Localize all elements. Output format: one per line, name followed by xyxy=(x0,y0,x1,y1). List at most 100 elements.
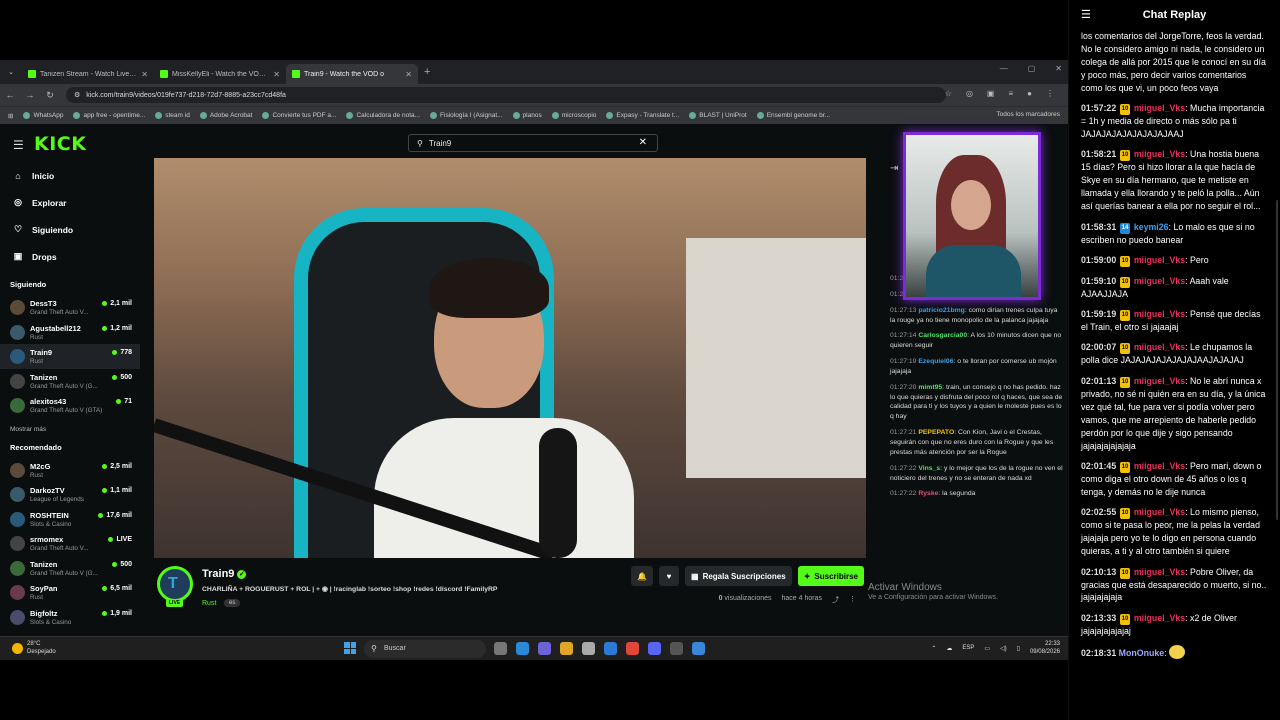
discord-icon[interactable] xyxy=(648,642,661,655)
video-player[interactable] xyxy=(154,158,866,558)
reload-icon[interactable]: ↻ xyxy=(40,90,60,101)
show-more-link[interactable]: Mostrar más xyxy=(0,426,140,433)
chat-collapse-icon[interactable]: ⇥ xyxy=(890,163,898,174)
bookmark-item[interactable]: microscopio xyxy=(551,112,596,119)
bookmark-item[interactable]: steam id xyxy=(155,112,190,119)
channel-item[interactable]: Agustabell212 Rust 1,2 mil xyxy=(0,320,140,345)
chat-username[interactable]: keymi26 xyxy=(1134,222,1169,232)
tray-chevron-icon[interactable]: ⌃ xyxy=(931,645,936,652)
follow-heart-button[interactable]: ♥ xyxy=(659,566,679,586)
chat-username[interactable]: Ryske xyxy=(918,490,938,497)
obs-icon[interactable] xyxy=(670,642,683,655)
channel-item[interactable]: DarkozTV League of Legends 1,1 mil xyxy=(0,482,140,507)
browser-tab[interactable]: Train9 - Watch the VOD o ✕ xyxy=(286,64,418,84)
app-icon[interactable] xyxy=(692,642,705,655)
explorer-icon[interactable] xyxy=(560,642,573,655)
windows-start-icon[interactable] xyxy=(344,642,356,654)
bookmark-item[interactable]: BLAST | UniProt xyxy=(689,112,747,119)
extension-icon[interactable]: ◎ xyxy=(966,89,973,98)
channel-item[interactable]: Tanizen Grand Theft Auto V (G... 500 xyxy=(0,556,140,581)
sidebar-item-explorar[interactable]: ◎ Explorar xyxy=(0,189,140,216)
sidebar-item-siguiendo[interactable]: ♡ Siguiendo xyxy=(0,216,140,243)
channel-avatar[interactable]: T xyxy=(157,566,193,602)
chat-username[interactable]: PEPEPATO xyxy=(918,429,954,436)
url-field[interactable]: ⚙ kick.com/train9/videos/019fe737-d218-7… xyxy=(66,87,946,103)
channel-name[interactable]: Train9 xyxy=(202,568,234,580)
chat-scrollbar[interactable] xyxy=(1276,200,1278,520)
edge-icon[interactable] xyxy=(516,642,529,655)
teams-icon[interactable] xyxy=(538,642,551,655)
chat-username[interactable]: miiguel_Vks xyxy=(1134,103,1185,113)
sidebar-item-inicio[interactable]: ⌂ Inicio xyxy=(0,162,140,189)
chat-username[interactable]: miiguel_Vks xyxy=(1134,276,1185,286)
tab-close-icon[interactable]: ✕ xyxy=(141,70,148,79)
chrome-icon[interactable] xyxy=(626,642,639,655)
kick-logo[interactable]: KICK xyxy=(34,133,86,155)
chat-username[interactable]: Carlosgarcia00 xyxy=(918,332,967,339)
chat-username[interactable]: miiguel_Vks xyxy=(1134,309,1185,319)
chat-username[interactable]: miiguel_Vks xyxy=(1134,461,1185,471)
site-info-icon[interactable]: ⚙ xyxy=(74,91,80,99)
mail-icon[interactable] xyxy=(604,642,617,655)
volume-icon[interactable]: ◁) xyxy=(1000,645,1007,652)
bookmark-item[interactable]: planos xyxy=(512,112,542,119)
apps-grid-icon[interactable]: ⊞ xyxy=(8,112,13,120)
media-icon[interactable]: ≡ xyxy=(1008,89,1013,98)
chat-username[interactable]: miiguel_Vks xyxy=(1134,376,1185,386)
chat-username[interactable]: miiguel_Vks xyxy=(1134,255,1185,265)
clear-search-icon[interactable]: ✕ xyxy=(639,137,647,148)
chat-username[interactable]: miiguel_Vks xyxy=(1134,567,1185,577)
chat-username[interactable]: patricio21bmg xyxy=(918,307,964,314)
language-tag[interactable]: es xyxy=(224,599,241,607)
chat-username[interactable]: miiguel_Vks xyxy=(1134,342,1185,352)
bookmark-item[interactable]: Convierte tus PDF a... xyxy=(262,112,336,119)
subscribe-button[interactable]: ✦ Suscribirse xyxy=(797,566,864,586)
profile-icon[interactable]: ● xyxy=(1027,89,1032,98)
channel-item[interactable]: ROSHTEIN Slots & Casino 17,6 mil xyxy=(0,507,140,532)
taskview-icon[interactable] xyxy=(494,642,507,655)
search-input[interactable]: ⚲ Train9 ✕ xyxy=(408,134,658,152)
bookmark-item[interactable]: Adobe Acrobat xyxy=(199,112,252,119)
channel-item[interactable]: DessT3 Grand Theft Auto V... 2,1 mil xyxy=(0,295,140,320)
browser-tab[interactable]: MissKellyEli - Watch the VOD o ✕ xyxy=(154,64,286,84)
chat-username[interactable]: miiguel_Vks xyxy=(1134,613,1185,623)
forward-icon[interactable]: → xyxy=(20,90,40,100)
back-icon[interactable]: ← xyxy=(0,90,20,100)
minimize-icon[interactable]: — xyxy=(1000,64,1008,73)
bookmark-star-icon[interactable]: ☆ xyxy=(945,89,952,98)
bookmark-item[interactable]: Calculadora de nota... xyxy=(346,112,420,119)
gift-subs-button[interactable]: ▦ Regala Suscripciones xyxy=(685,566,792,586)
bookmark-item[interactable]: WhatsApp xyxy=(23,112,63,119)
channel-item[interactable]: alexitos43 Grand Theft Auto V (GTA) 71 xyxy=(0,393,140,418)
bookmark-item[interactable]: app free - opentime... xyxy=(73,112,145,119)
tab-close-icon[interactable]: ✕ xyxy=(405,70,412,79)
puzzle-icon[interactable]: ▣ xyxy=(987,89,995,98)
onedrive-icon[interactable]: ☁ xyxy=(946,645,952,652)
notification-bell-button[interactable]: 🔔 xyxy=(631,566,653,586)
chat-username[interactable]: Vins_s xyxy=(918,465,940,472)
browser-tab[interactable]: Tanizen Stream - Watch Live on ✕ xyxy=(22,64,154,84)
channel-item[interactable]: srmomex Grand Theft Auto V... LIVE xyxy=(0,531,140,556)
taskbar-search[interactable]: Buscar xyxy=(364,640,486,658)
chat-username[interactable]: miiguel_Vks xyxy=(1134,507,1185,517)
chat-username[interactable]: mimt95 xyxy=(918,384,942,391)
clock[interactable]: 22:33 09/08/2026 xyxy=(1030,640,1060,656)
tab-list-icon[interactable]: ⌄ xyxy=(0,68,22,76)
chat-toggle-icon[interactable]: ☰ xyxy=(1081,8,1091,21)
more-options-icon[interactable]: ⋮ xyxy=(849,595,856,605)
language-indicator[interactable]: ESP xyxy=(962,645,974,651)
bookmark-item[interactable]: Fisiología I (Asignat... xyxy=(430,112,503,119)
channel-item[interactable]: SoyPan Rust 6,5 mil xyxy=(0,580,140,605)
weather-widget[interactable]: 28°C Despejado xyxy=(12,640,56,657)
tab-close-icon[interactable]: ✕ xyxy=(273,70,280,79)
channel-item[interactable]: Bigfoltz Slots & Casino 1,9 mil xyxy=(0,605,140,630)
new-tab-button[interactable]: + xyxy=(424,66,430,78)
share-icon[interactable]: ⤴ xyxy=(832,595,839,605)
bookmark-item[interactable]: Ensembl genome br... xyxy=(756,112,830,119)
category-link[interactable]: Rust xyxy=(202,600,216,607)
all-bookmarks[interactable]: Todos los marcadores xyxy=(996,111,1060,118)
maximize-icon[interactable]: ▢ xyxy=(1028,64,1036,73)
battery-icon[interactable]: ▯ xyxy=(1017,645,1020,652)
close-window-icon[interactable]: ✕ xyxy=(1055,64,1062,73)
channel-item[interactable]: M2cG Rust 2,5 mil xyxy=(0,458,140,483)
